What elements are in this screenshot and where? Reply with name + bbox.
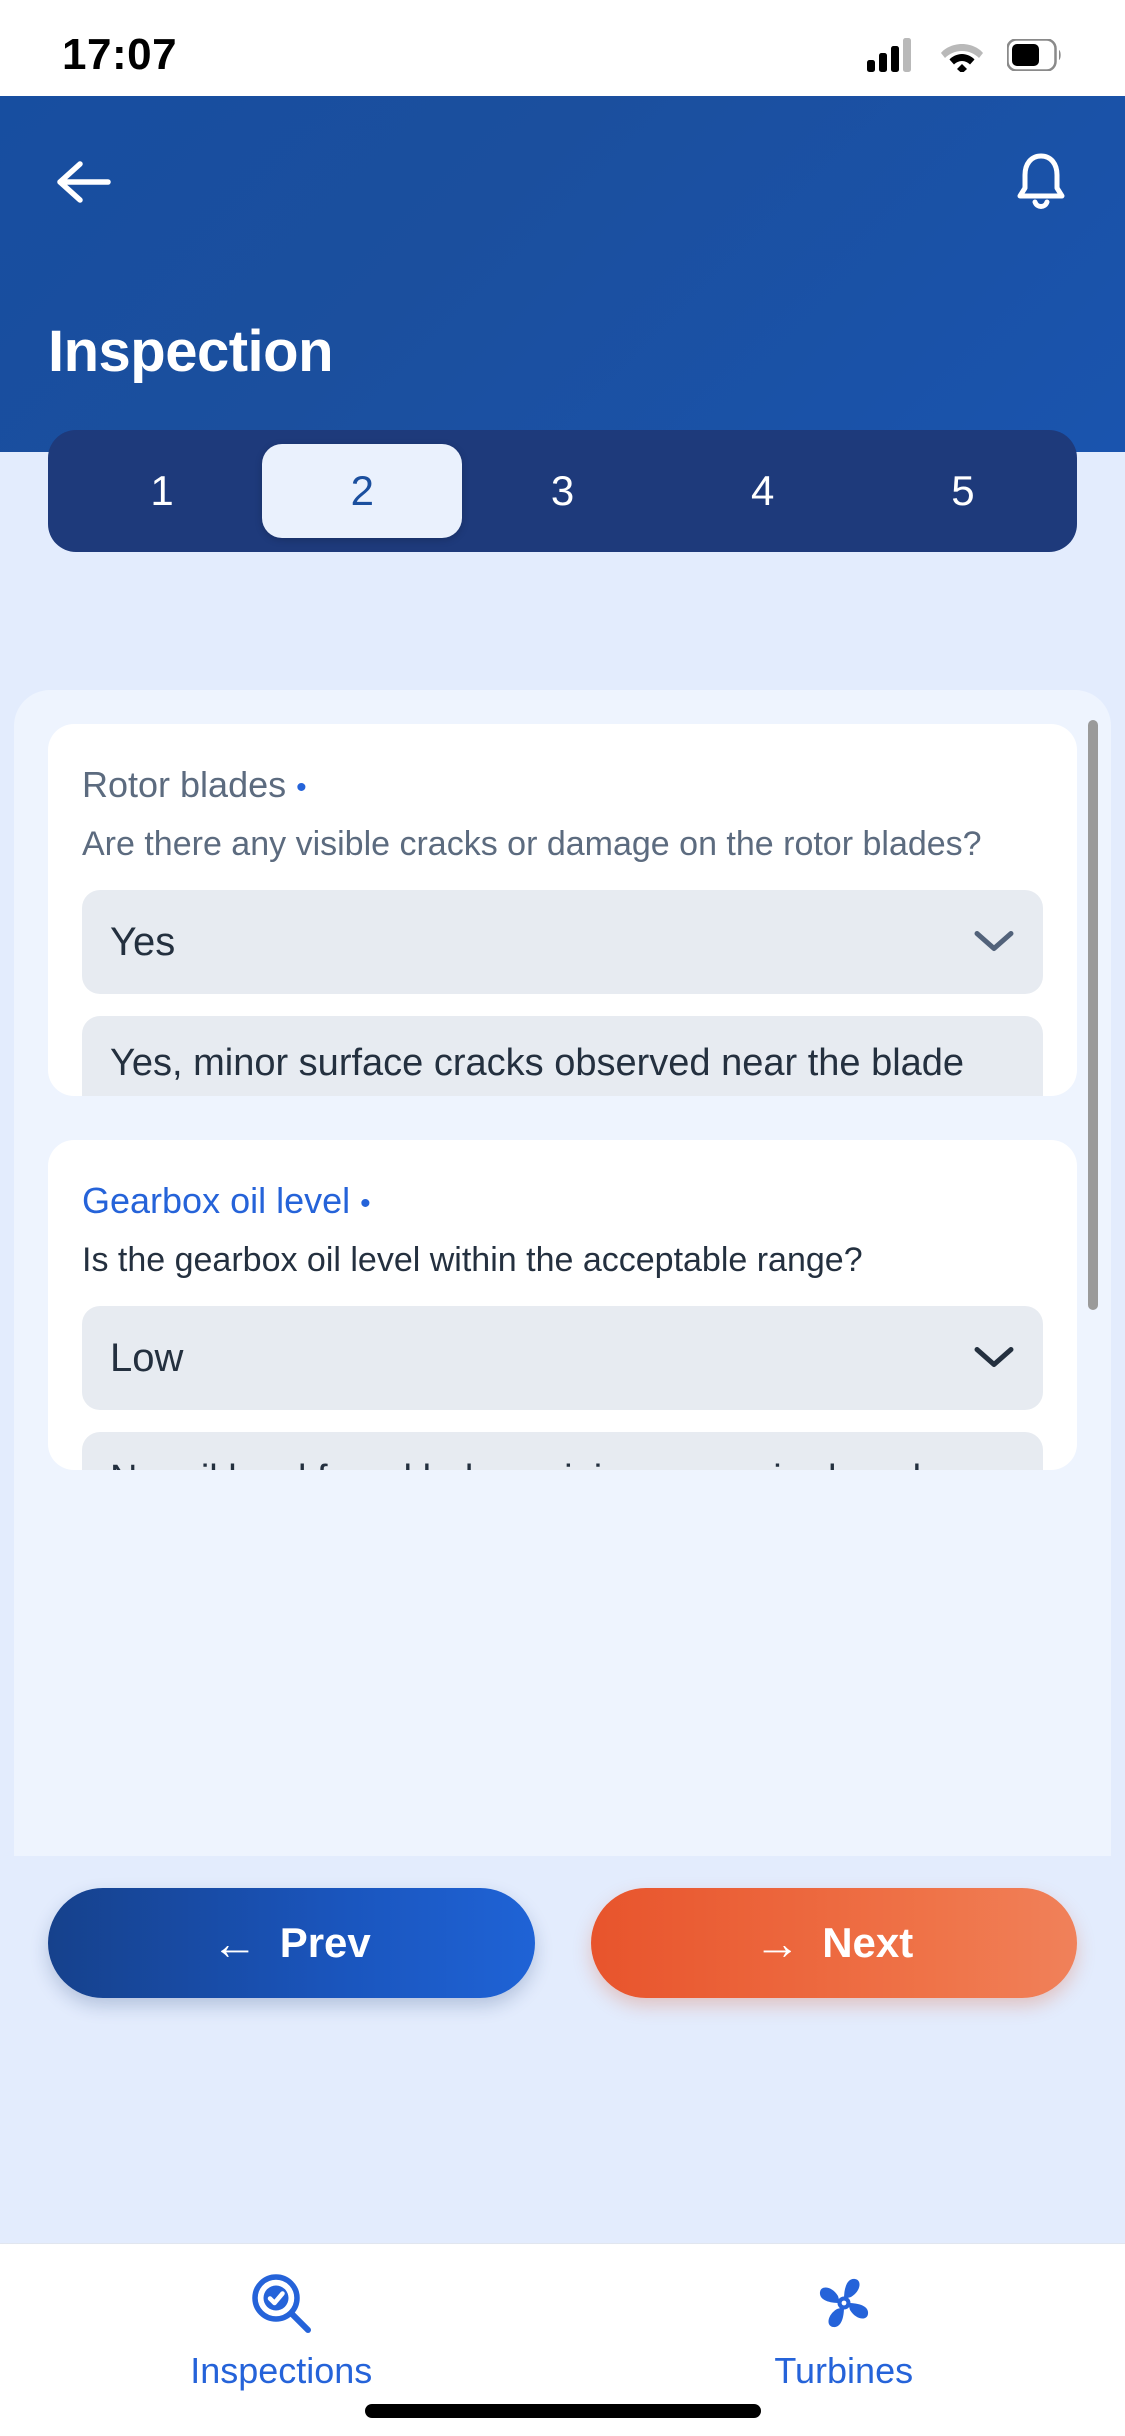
questions-scroll-area[interactable]: Rotor blades • Are there any visible cra…	[14, 690, 1111, 1856]
answer-select-value: Low	[110, 1335, 184, 1380]
step-tab-2[interactable]: 2	[262, 444, 463, 538]
answer-select-value: Yes	[110, 919, 176, 964]
step-tab-1[interactable]: 1	[62, 444, 262, 538]
chevron-down-icon	[973, 920, 1015, 965]
home-indicator	[364, 2404, 761, 2418]
answer-select[interactable]: Yes	[82, 890, 1043, 995]
status-bar: 17:07	[0, 0, 1125, 96]
prev-button[interactable]: ← Prev	[48, 1888, 535, 1998]
question-label: Rotor blades •	[82, 764, 1043, 806]
vertical-scrollbar[interactable]	[1088, 720, 1098, 1310]
tab-label-turbines: Turbines	[774, 2350, 914, 2391]
answer-select[interactable]: Low	[82, 1306, 1043, 1411]
step-selector: 1 2 3 4 5	[48, 430, 1077, 552]
arrow-left-icon: ←	[211, 1917, 258, 1969]
status-time: 17:07	[62, 30, 178, 79]
step-tab-5[interactable]: 5	[863, 444, 1063, 538]
navigation-buttons: ← Prev → Next	[0, 1888, 1125, 1998]
chevron-down-icon	[973, 1336, 1015, 1381]
turbine-fan-icon	[819, 2278, 868, 2328]
step-tab-3[interactable]: 3	[462, 444, 662, 538]
status-dot-icon: •	[296, 771, 307, 804]
status-icons	[867, 38, 1063, 72]
battery-icon	[1007, 39, 1061, 71]
wifi-icon	[941, 44, 983, 72]
tab-label-inspections: Inspections	[190, 2350, 373, 2391]
question-label-text: Gearbox oil level	[82, 1180, 351, 1221]
question-label-text: Rotor blades	[82, 764, 287, 805]
cellular-signal-icon	[867, 38, 911, 72]
question-card-rotor-blades[interactable]: Rotor blades • Are there any visible cra…	[48, 724, 1077, 1096]
arrow-right-icon: →	[754, 1917, 801, 1969]
next-button[interactable]: → Next	[590, 1888, 1077, 1998]
tab-inspections[interactable]: Inspections	[0, 2270, 563, 2392]
answer-textarea[interactable]: Yes, minor surface cracks observed near …	[82, 1016, 1043, 1096]
next-button-label: Next	[822, 1919, 914, 1966]
app-header: Inspection	[0, 96, 1125, 452]
tab-turbines[interactable]: Turbines	[563, 2270, 1125, 2392]
magnifier-check-icon	[252, 2274, 312, 2333]
bell-icon	[1017, 153, 1065, 209]
page-title: Inspection	[48, 319, 334, 384]
status-dot-icon: •	[360, 1187, 371, 1220]
question-text: Are there any visible cracks or damage o…	[82, 825, 982, 863]
prev-button-label: Prev	[279, 1919, 371, 1966]
back-button[interactable]	[48, 146, 120, 218]
question-label: Gearbox oil level •	[82, 1180, 1043, 1222]
step-tab-4[interactable]: 4	[663, 444, 863, 538]
header-toolbar	[0, 134, 1125, 230]
question-text: Is the gearbox oil level within the acce…	[82, 1241, 863, 1279]
answer-textarea[interactable]: No, oil level found below minimum requir…	[82, 1432, 1043, 1470]
notifications-button[interactable]	[1005, 146, 1077, 218]
arrow-left-icon	[57, 161, 111, 203]
question-card-gearbox-oil-level[interactable]: Gearbox oil level • Is the gearbox oil l…	[48, 1140, 1077, 1470]
phone-screen: 17:07 Inspection 1 2 3 4 5 Rotor blades …	[0, 0, 1125, 2436]
